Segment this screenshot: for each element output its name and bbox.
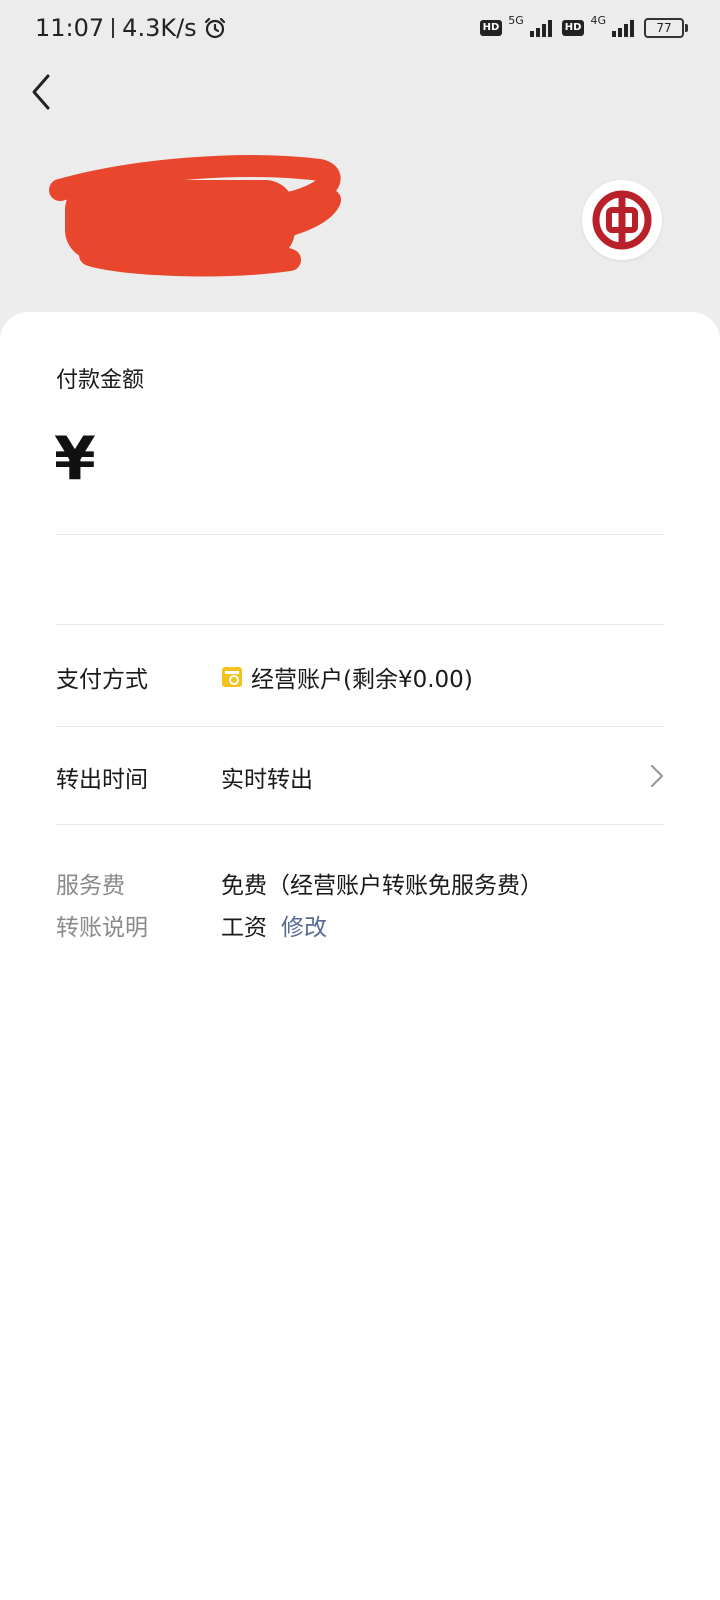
- bank-logo: [582, 180, 662, 260]
- signal-icon-2: [612, 20, 634, 37]
- wallet-icon: [222, 667, 242, 687]
- recipient-header: [0, 120, 720, 310]
- bank-of-china-icon: [592, 190, 652, 250]
- amount-divider: [56, 534, 664, 535]
- payment-divider: [56, 726, 664, 727]
- network-type-2: 4G: [590, 13, 606, 27]
- payment-method-label: 支付方式: [56, 667, 148, 693]
- section-divider: [56, 624, 664, 625]
- redaction-scribble: [49, 155, 341, 277]
- status-right: HD 5G HD 4G 77: [479, 14, 688, 38]
- hd-badge-1: HD: [479, 20, 503, 36]
- service-fee-label: 服务费: [56, 873, 125, 899]
- payment-method-text: 经营账户(剩余¥0.00): [251, 667, 473, 693]
- network-type-1: 5G: [508, 13, 524, 27]
- chevron-right-icon[interactable]: [648, 762, 666, 790]
- transfer-time-value[interactable]: 实时转出: [221, 760, 313, 794]
- status-separator-icon: [112, 18, 115, 38]
- remark-value: 工资 修改: [221, 908, 327, 942]
- status-bar: 11:07 4.3K/s HD 5G HD 4G 77: [0, 0, 720, 62]
- back-button[interactable]: [24, 68, 64, 116]
- transfer-card: 付款金额 ¥ 支付方式 经营账户(剩余¥0.00) 转出时间 实时转出 服务费 …: [0, 312, 720, 1600]
- alarm-icon: [204, 17, 225, 39]
- battery-level: 77: [656, 21, 672, 35]
- time-divider: [56, 824, 664, 825]
- amount-label: 付款金额: [56, 368, 145, 393]
- remark-text: 工资: [221, 915, 267, 941]
- edit-remark-link[interactable]: 修改: [281, 908, 327, 942]
- service-fee-value: 免费（经营账户转账免服务费）: [221, 866, 543, 900]
- hd-badge-2: HD: [561, 20, 585, 36]
- battery-icon: 77: [644, 18, 688, 38]
- service-fee-text: 免费（经营账户转账免服务费）: [221, 873, 543, 899]
- signal-icon-1: [529, 20, 552, 37]
- chevron-left-icon: [32, 74, 50, 110]
- remark-label: 转账说明: [56, 915, 148, 941]
- amount-input[interactable]: ¥: [54, 424, 96, 494]
- status-speed: 4.3K/s: [122, 14, 197, 42]
- status-left: 11:07 4.3K/s: [35, 14, 227, 42]
- status-time: 11:07: [35, 14, 105, 42]
- transfer-time-label: 转出时间: [56, 767, 148, 793]
- payment-method-value[interactable]: 经营账户(剩余¥0.00): [221, 660, 473, 694]
- transfer-time-text: 实时转出: [221, 767, 313, 793]
